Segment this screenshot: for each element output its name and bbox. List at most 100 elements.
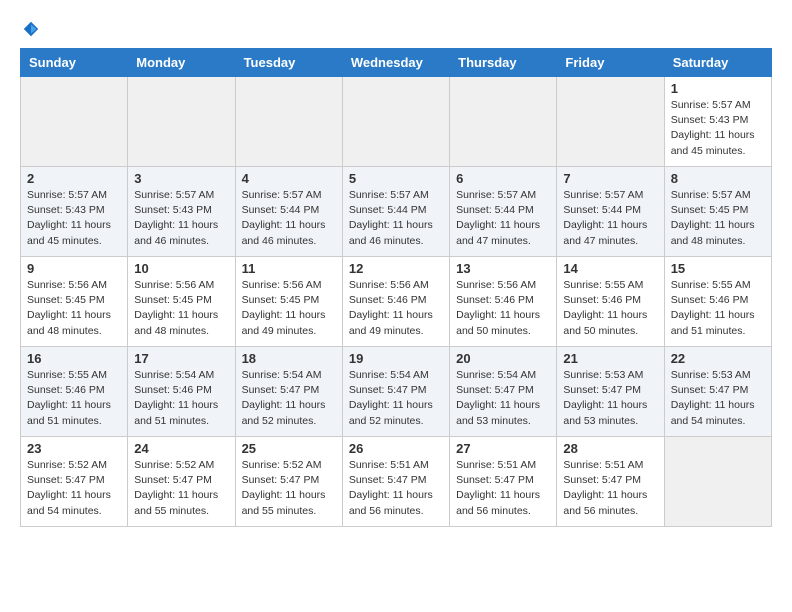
day-info: Sunrise: 5:55 AM Sunset: 5:46 PM Dayligh…	[27, 368, 121, 429]
day-number: 17	[134, 351, 228, 366]
day-number: 16	[27, 351, 121, 366]
calendar-day-cell	[664, 437, 771, 527]
calendar-day-cell: 26 Sunrise: 5:51 AM Sunset: 5:47 PM Dayli…	[342, 437, 449, 527]
day-number: 9	[27, 261, 121, 276]
day-info: Sunrise: 5:52 AM Sunset: 5:47 PM Dayligh…	[134, 458, 228, 519]
day-info: Sunrise: 5:56 AM Sunset: 5:46 PM Dayligh…	[456, 278, 550, 339]
day-info: Sunrise: 5:52 AM Sunset: 5:47 PM Dayligh…	[242, 458, 336, 519]
day-info: Sunrise: 5:54 AM Sunset: 5:46 PM Dayligh…	[134, 368, 228, 429]
calendar-day-cell: 27 Sunrise: 5:51 AM Sunset: 5:47 PM Dayli…	[450, 437, 557, 527]
calendar-day-cell: 6 Sunrise: 5:57 AM Sunset: 5:44 PM Daylig…	[450, 167, 557, 257]
calendar-day-header: Tuesday	[235, 49, 342, 77]
calendar-day-cell: 15Sunrise: 5:55 AM Sunset: 5:46 PM Dayli…	[664, 257, 771, 347]
logo	[20, 20, 40, 38]
day-number: 3	[134, 171, 228, 186]
calendar-day-cell: 8 Sunrise: 5:57 AM Sunset: 5:45 PM Daylig…	[664, 167, 771, 257]
calendar-day-cell: 5 Sunrise: 5:57 AM Sunset: 5:44 PM Daylig…	[342, 167, 449, 257]
day-info: Sunrise: 5:57 AM Sunset: 5:44 PM Dayligh…	[242, 188, 336, 249]
day-number: 25	[242, 441, 336, 456]
page-header	[20, 20, 772, 38]
day-number: 27	[456, 441, 550, 456]
day-number: 10	[134, 261, 228, 276]
day-info: Sunrise: 5:57 AM Sunset: 5:43 PM Dayligh…	[134, 188, 228, 249]
day-number: 6	[456, 171, 550, 186]
day-number: 24	[134, 441, 228, 456]
calendar-day-cell	[128, 77, 235, 167]
day-info: Sunrise: 5:54 AM Sunset: 5:47 PM Dayligh…	[456, 368, 550, 429]
day-number: 4	[242, 171, 336, 186]
day-info: Sunrise: 5:56 AM Sunset: 5:45 PM Dayligh…	[134, 278, 228, 339]
calendar-day-cell: 21 Sunrise: 5:53 AM Sunset: 5:47 PM Dayli…	[557, 347, 664, 437]
calendar-day-cell: 25 Sunrise: 5:52 AM Sunset: 5:47 PM Dayli…	[235, 437, 342, 527]
day-number: 15	[671, 261, 765, 276]
calendar-day-cell: 7 Sunrise: 5:57 AM Sunset: 5:44 PM Daylig…	[557, 167, 664, 257]
day-info: Sunrise: 5:51 AM Sunset: 5:47 PM Dayligh…	[563, 458, 657, 519]
calendar-day-cell	[235, 77, 342, 167]
calendar-day-cell: 14 Sunrise: 5:55 AM Sunset: 5:46 PM Dayli…	[557, 257, 664, 347]
day-number: 26	[349, 441, 443, 456]
day-info: Sunrise: 5:54 AM Sunset: 5:47 PM Dayligh…	[349, 368, 443, 429]
day-number: 2	[27, 171, 121, 186]
day-info: Sunrise: 5:55 AM Sunset: 5:46 PM Dayligh…	[563, 278, 657, 339]
day-info: Sunrise: 5:57 AM Sunset: 5:44 PM Dayligh…	[349, 188, 443, 249]
day-info: Sunrise: 5:57 AM Sunset: 5:44 PM Dayligh…	[456, 188, 550, 249]
calendar-week-row: 1 Sunrise: 5:57 AM Sunset: 5:43 PM Daylig…	[21, 77, 772, 167]
day-info: Sunrise: 5:57 AM Sunset: 5:43 PM Dayligh…	[671, 98, 765, 159]
day-number: 14	[563, 261, 657, 276]
calendar-day-header: Wednesday	[342, 49, 449, 77]
calendar-day-cell	[21, 77, 128, 167]
calendar-day-cell: 17 Sunrise: 5:54 AM Sunset: 5:46 PM Dayli…	[128, 347, 235, 437]
calendar-day-cell: 23 Sunrise: 5:52 AM Sunset: 5:47 PM Dayli…	[21, 437, 128, 527]
logo-text	[20, 20, 40, 38]
calendar-day-cell: 1 Sunrise: 5:57 AM Sunset: 5:43 PM Daylig…	[664, 77, 771, 167]
day-number: 23	[27, 441, 121, 456]
day-info: Sunrise: 5:53 AM Sunset: 5:47 PM Dayligh…	[671, 368, 765, 429]
day-number: 19	[349, 351, 443, 366]
calendar-day-cell: 13 Sunrise: 5:56 AM Sunset: 5:46 PM Dayli…	[450, 257, 557, 347]
day-number: 28	[563, 441, 657, 456]
day-info: Sunrise: 5:56 AM Sunset: 5:45 PM Dayligh…	[242, 278, 336, 339]
calendar-week-row: 9 Sunrise: 5:56 AM Sunset: 5:45 PM Daylig…	[21, 257, 772, 347]
calendar-day-cell: 4 Sunrise: 5:57 AM Sunset: 5:44 PM Daylig…	[235, 167, 342, 257]
day-info: Sunrise: 5:57 AM Sunset: 5:44 PM Dayligh…	[563, 188, 657, 249]
day-number: 12	[349, 261, 443, 276]
day-info: Sunrise: 5:52 AM Sunset: 5:47 PM Dayligh…	[27, 458, 121, 519]
logo-icon	[22, 20, 40, 38]
day-info: Sunrise: 5:54 AM Sunset: 5:47 PM Dayligh…	[242, 368, 336, 429]
calendar-day-header: Friday	[557, 49, 664, 77]
day-number: 8	[671, 171, 765, 186]
day-info: Sunrise: 5:56 AM Sunset: 5:46 PM Dayligh…	[349, 278, 443, 339]
calendar-header-row: SundayMondayTuesdayWednesdayThursdayFrid…	[21, 49, 772, 77]
calendar-day-header: Saturday	[664, 49, 771, 77]
day-info: Sunrise: 5:51 AM Sunset: 5:47 PM Dayligh…	[456, 458, 550, 519]
calendar-day-cell: 24 Sunrise: 5:52 AM Sunset: 5:47 PM Dayli…	[128, 437, 235, 527]
day-number: 1	[671, 81, 765, 96]
calendar-table: SundayMondayTuesdayWednesdayThursdayFrid…	[20, 48, 772, 527]
day-number: 7	[563, 171, 657, 186]
calendar-day-cell	[342, 77, 449, 167]
calendar-week-row: 16 Sunrise: 5:55 AM Sunset: 5:46 PM Dayli…	[21, 347, 772, 437]
calendar-day-cell: 12 Sunrise: 5:56 AM Sunset: 5:46 PM Dayli…	[342, 257, 449, 347]
calendar-day-cell: 10 Sunrise: 5:56 AM Sunset: 5:45 PM Dayli…	[128, 257, 235, 347]
day-number: 5	[349, 171, 443, 186]
calendar-day-cell: 3 Sunrise: 5:57 AM Sunset: 5:43 PM Daylig…	[128, 167, 235, 257]
calendar-day-cell: 2 Sunrise: 5:57 AM Sunset: 5:43 PM Daylig…	[21, 167, 128, 257]
day-number: 13	[456, 261, 550, 276]
day-info: Sunrise: 5:56 AM Sunset: 5:45 PM Dayligh…	[27, 278, 121, 339]
calendar-day-cell: 9 Sunrise: 5:56 AM Sunset: 5:45 PM Daylig…	[21, 257, 128, 347]
calendar-day-cell: 20Sunrise: 5:54 AM Sunset: 5:47 PM Dayli…	[450, 347, 557, 437]
day-info: Sunrise: 5:53 AM Sunset: 5:47 PM Dayligh…	[563, 368, 657, 429]
day-number: 22	[671, 351, 765, 366]
calendar-day-header: Sunday	[21, 49, 128, 77]
calendar-day-header: Thursday	[450, 49, 557, 77]
calendar-day-cell: 18Sunrise: 5:54 AM Sunset: 5:47 PM Dayli…	[235, 347, 342, 437]
day-number: 11	[242, 261, 336, 276]
calendar-day-cell	[450, 77, 557, 167]
calendar-day-cell: 19 Sunrise: 5:54 AM Sunset: 5:47 PM Dayli…	[342, 347, 449, 437]
day-info: Sunrise: 5:57 AM Sunset: 5:43 PM Dayligh…	[27, 188, 121, 249]
calendar-day-cell: 16 Sunrise: 5:55 AM Sunset: 5:46 PM Dayli…	[21, 347, 128, 437]
day-info: Sunrise: 5:57 AM Sunset: 5:45 PM Dayligh…	[671, 188, 765, 249]
day-number: 21	[563, 351, 657, 366]
day-info: Sunrise: 5:51 AM Sunset: 5:47 PM Dayligh…	[349, 458, 443, 519]
calendar-week-row: 23 Sunrise: 5:52 AM Sunset: 5:47 PM Dayli…	[21, 437, 772, 527]
